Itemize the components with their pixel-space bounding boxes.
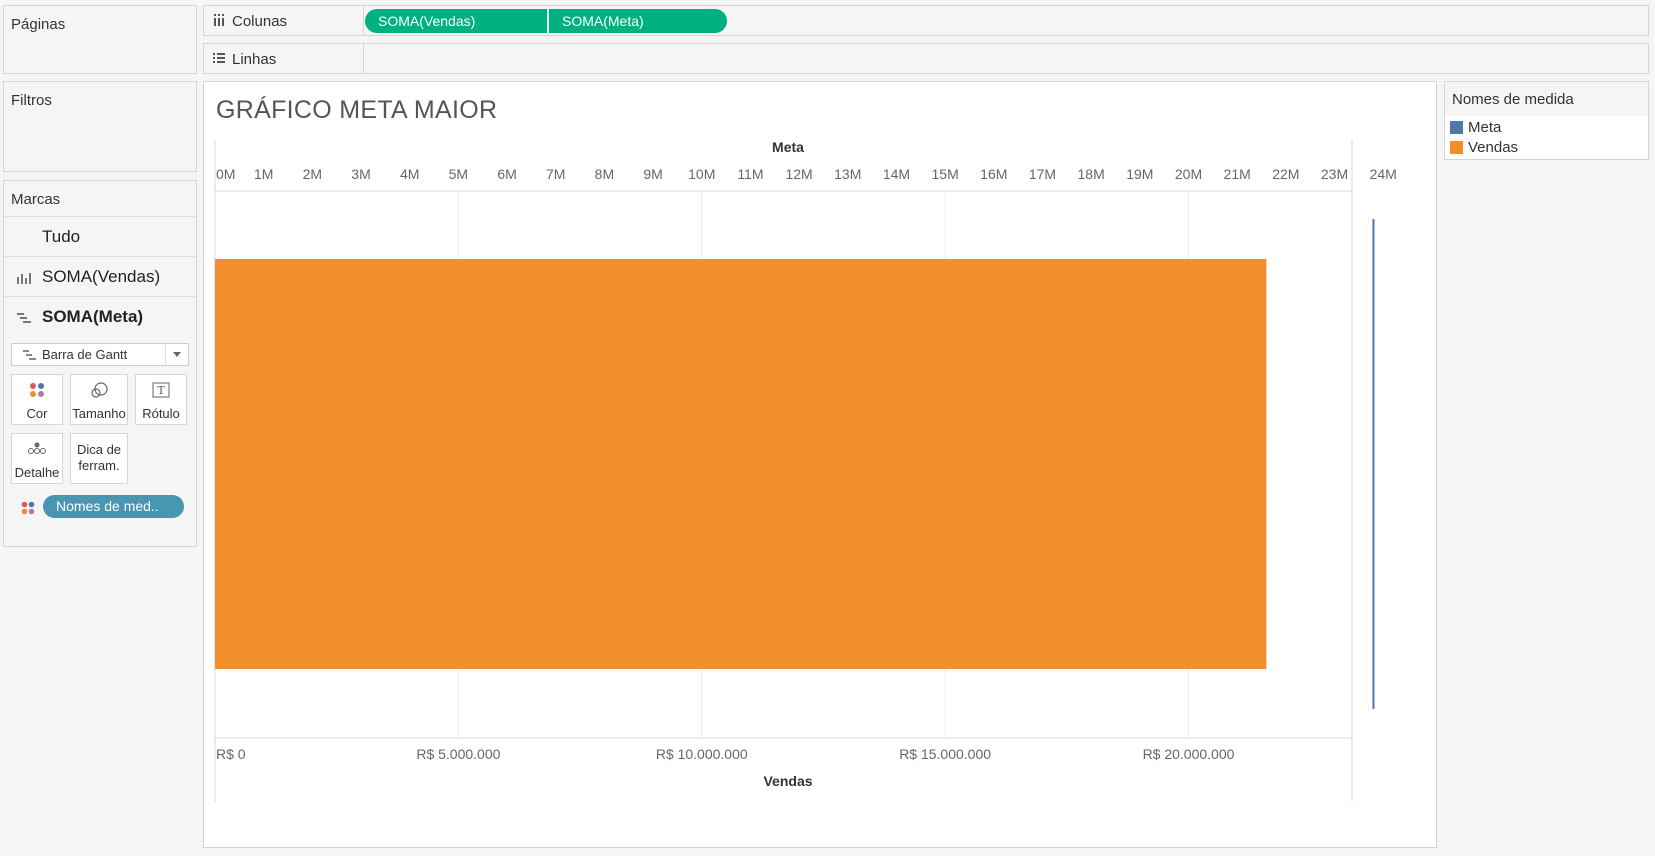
top-axis-tick-label: 14M bbox=[883, 166, 910, 182]
legend-item-meta-label: Meta bbox=[1468, 119, 1502, 136]
detail-dots-icon bbox=[28, 442, 46, 454]
legend-item-vendas-label: Vendas bbox=[1468, 139, 1519, 156]
marks-title: Marcas bbox=[11, 191, 61, 208]
legend-header[interactable]: Nomes de medida bbox=[1445, 82, 1648, 116]
marks-tab-vendas[interactable]: SOMA(Vendas) bbox=[4, 256, 196, 297]
top-axis-tick-label: 2M bbox=[303, 166, 322, 182]
measure-names-color-pill[interactable]: Nomes de med.. bbox=[43, 495, 184, 518]
filters-card[interactable]: Filtros bbox=[3, 81, 197, 172]
worksheet-view: GRÁFICO META MAIOR Meta 0M 1M 2M 3M 4M 5M 6M 7M 8… bbox=[203, 81, 1437, 848]
svg-text:T: T bbox=[157, 384, 165, 397]
size-button-label: Tamanho bbox=[72, 406, 126, 421]
bottom-axis-tick-label: R$ 20.000.000 bbox=[1143, 746, 1235, 762]
color-button-label: Cor bbox=[26, 406, 48, 421]
mark-type-value: Barra de Gantt bbox=[42, 347, 128, 362]
rows-shelf-header: Linhas bbox=[204, 44, 364, 73]
filters-title: Filtros bbox=[11, 92, 52, 109]
tooltip-button-line1: Dica de bbox=[76, 442, 122, 457]
rows-icon bbox=[213, 53, 225, 63]
bottom-axis-tick-label: R$ 0 bbox=[216, 746, 246, 762]
top-axis-tick-label: 3M bbox=[351, 166, 370, 182]
color-dots-icon bbox=[30, 383, 44, 397]
bar-vendas bbox=[215, 259, 1267, 669]
top-axis-tick-label: 5M bbox=[449, 166, 468, 182]
columns-icon bbox=[214, 14, 224, 26]
top-axis-tick-label: 11M bbox=[737, 166, 763, 182]
top-axis-tick-label: 18M bbox=[1078, 166, 1105, 182]
top-axis-tick-label: 20M bbox=[1175, 166, 1202, 182]
bar-chart-icon bbox=[17, 273, 31, 284]
mark-type-dropdown[interactable]: Barra de Gantt bbox=[11, 343, 189, 366]
top-axis-title: Meta bbox=[772, 139, 804, 155]
bottom-axis-tick-label: R$ 5.000.000 bbox=[416, 746, 500, 762]
size-icon bbox=[91, 382, 108, 398]
top-axis-tick-label: 13M bbox=[834, 166, 861, 182]
top-axis-tick-label: 6M bbox=[497, 166, 516, 182]
columns-shelf-header: Colunas bbox=[204, 6, 364, 35]
top-axis-tick-label: 12M bbox=[785, 166, 812, 182]
color-dots-icon bbox=[21, 501, 35, 515]
marks-tab-meta-label: SOMA(Meta) bbox=[42, 307, 144, 326]
columns-pill-meta-label: SOMA(Meta) bbox=[562, 13, 644, 29]
top-axis-tick-label: 4M bbox=[400, 166, 419, 182]
pages-title: Páginas bbox=[11, 16, 66, 33]
gantt-icon bbox=[17, 313, 31, 323]
marks-tab-meta[interactable]: SOMA(Meta) bbox=[4, 296, 196, 337]
rows-shelf[interactable]: Linhas bbox=[203, 43, 1649, 74]
top-axis-tick-label: 16M bbox=[980, 166, 1007, 182]
top-axis-tick-label: 22M bbox=[1272, 166, 1299, 182]
bottom-axis-tick-label: R$ 10.000.000 bbox=[656, 746, 748, 762]
rows-shelf-label: Linhas bbox=[232, 51, 277, 68]
label-button[interactable]: T Rótulo bbox=[135, 374, 187, 425]
legend-swatch-meta bbox=[1450, 121, 1463, 134]
text-label-icon: T bbox=[152, 382, 170, 398]
top-axis-tick-label: 19M bbox=[1126, 166, 1153, 182]
top-axis-tick-label: 7M bbox=[546, 166, 565, 182]
chevron-down-icon[interactable] bbox=[165, 344, 188, 365]
top-axis-tick-label: 10M bbox=[688, 166, 715, 182]
marks-tab-all-label: Tudo bbox=[42, 227, 81, 246]
bottom-axis-tick-label: R$ 15.000.000 bbox=[899, 746, 991, 762]
bottom-axis-title: Vendas bbox=[763, 773, 812, 789]
label-button-label: Rótulo bbox=[142, 406, 180, 421]
top-axis-tick-label: 23M bbox=[1321, 166, 1348, 182]
legend-card: Nomes de medida Meta Vendas bbox=[1444, 81, 1649, 160]
marks-tab-all[interactable]: Tudo bbox=[4, 216, 196, 257]
top-axis-tick-label: 0M bbox=[216, 166, 235, 182]
size-button[interactable]: Tamanho bbox=[70, 374, 128, 425]
color-button[interactable]: Cor bbox=[11, 374, 63, 425]
top-axis-tick-label: 1M bbox=[254, 166, 273, 182]
tooltip-button[interactable]: Dica de ferram. bbox=[70, 433, 128, 484]
measure-names-pill-label: Nomes de med.. bbox=[56, 498, 159, 514]
marks-tab-vendas-label: SOMA(Vendas) bbox=[42, 267, 161, 286]
columns-pill-meta[interactable]: SOMA(Meta) bbox=[549, 9, 727, 33]
top-axis-tick-label: 9M bbox=[643, 166, 662, 182]
columns-pill-vendas-label: SOMA(Vendas) bbox=[378, 13, 476, 29]
tooltip-button-line2: ferram. bbox=[78, 458, 120, 473]
marks-card: Marcas Tudo SOMA(Vendas) SOMA(Meta) Barr… bbox=[3, 180, 197, 547]
legend-swatch-vendas bbox=[1450, 141, 1463, 154]
top-axis-tick-label: 17M bbox=[1029, 166, 1056, 182]
top-axis-tick-label: 15M bbox=[932, 166, 959, 182]
detail-button-label: Detalhe bbox=[14, 465, 60, 480]
top-axis-tick-label: 21M bbox=[1224, 166, 1251, 182]
columns-shelf[interactable]: Colunas SOMA(Vendas) SOMA(Meta) bbox=[203, 5, 1649, 36]
columns-shelf-label: Colunas bbox=[232, 13, 288, 30]
pages-card[interactable]: Páginas bbox=[3, 5, 197, 74]
top-axis-tick-label: 8M bbox=[595, 166, 614, 182]
detail-button[interactable]: Detalhe bbox=[11, 433, 63, 484]
top-axis-tick-label: 24M bbox=[1370, 166, 1397, 182]
columns-pill-vendas[interactable]: SOMA(Vendas) bbox=[365, 9, 547, 33]
chart-svg: Meta 0M 1M 2M 3M 4M 5M 6M 7M 8M 9M 10M 11M 12M 13M 14M 1… bbox=[214, 139, 1397, 802]
gantt-icon bbox=[23, 350, 36, 360]
legend-title: Nomes de medida bbox=[1452, 91, 1574, 108]
